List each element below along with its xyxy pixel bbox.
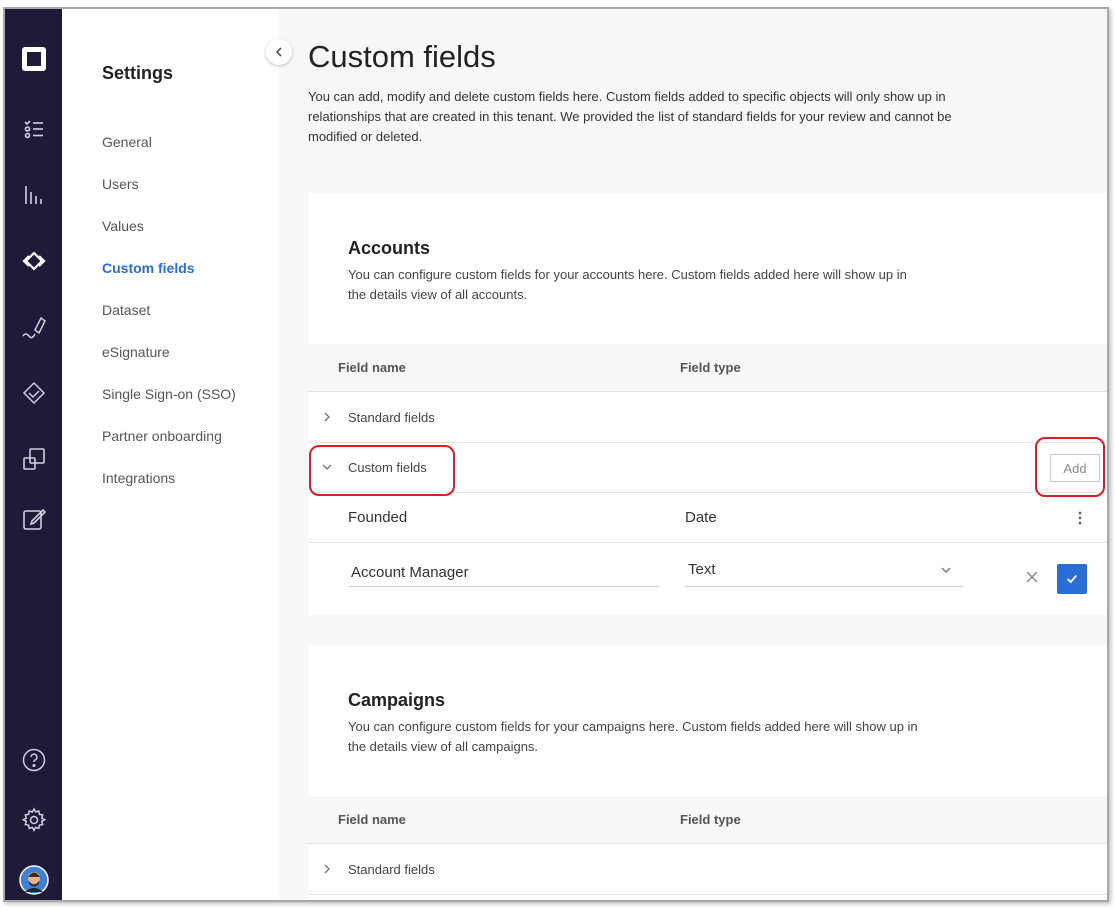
field-name-input[interactable] [348, 559, 659, 587]
accounts-title: Accounts [348, 238, 431, 258]
avatar[interactable] [5, 860, 62, 900]
chevron-down-icon [322, 464, 332, 470]
logo-icon[interactable] [5, 39, 62, 79]
settings-title: Settings [102, 63, 174, 83]
col-field-name: Field name [338, 360, 406, 375]
checkmark-icon [1067, 574, 1078, 584]
menu-item-dataset[interactable]: Dataset [102, 301, 236, 343]
standard-fields-row[interactable]: Standard fields [308, 393, 1107, 443]
menu-item-partner-onboarding[interactable]: Partner onboarding [102, 427, 236, 469]
menu-item-integrations[interactable]: Integrations [102, 469, 236, 511]
edit-note-icon[interactable] [5, 499, 62, 539]
menu-item-general[interactable]: General [102, 133, 236, 175]
analytics-icon[interactable] [5, 175, 62, 215]
tasks-icon[interactable] [5, 109, 62, 149]
edit-field-row: Text [308, 543, 1107, 613]
menu-item-values[interactable]: Values [102, 217, 236, 259]
custom-fields-label: Custom fields [348, 460, 427, 475]
app-window: Settings General Users Values Custom fie… [3, 7, 1109, 902]
accounts-table-header: Field name Field type [308, 344, 1107, 392]
menu-item-users[interactable]: Users [102, 175, 236, 217]
gear-icon[interactable] [5, 800, 62, 840]
handshake-icon[interactable] [5, 373, 62, 413]
screens-icon[interactable] [5, 439, 62, 479]
chevron-right-icon [324, 412, 330, 422]
col-field-type: Field type [680, 360, 741, 375]
settings-menu: General Users Values Custom fields Datas… [102, 133, 236, 511]
campaigns-description: You can configure custom fields for your… [348, 719, 918, 754]
campaigns-card: Campaigns You can configure custom field… [308, 645, 1107, 900]
kebab-menu-icon[interactable] [1072, 510, 1088, 526]
signature-icon[interactable] [5, 307, 62, 347]
field-name-cell: Founded [348, 509, 408, 526]
col-field-name: Field name [338, 812, 406, 827]
icon-rail [5, 9, 62, 900]
chevron-right-icon [324, 864, 330, 874]
accounts-description: You can configure custom fields for your… [348, 267, 907, 302]
partnerships-icon[interactable] [5, 241, 62, 281]
standard-fields-label: Standard fields [348, 410, 435, 425]
add-field-button[interactable]: Add [1050, 454, 1100, 482]
col-field-type: Field type [680, 812, 741, 827]
settings-panel: Settings General Users Values Custom fie… [62, 9, 279, 900]
campaigns-table-header: Field name Field type [308, 796, 1107, 844]
standard-fields-label: Standard fields [348, 862, 435, 877]
main-content: Custom fields You can add, modify and de… [279, 9, 1107, 900]
field-type-selected: Text [688, 561, 716, 578]
chevron-down-icon [941, 567, 951, 573]
table-row: Founded Date [308, 493, 1107, 543]
custom-fields-row[interactable]: Custom fields Add [308, 443, 1107, 493]
menu-item-custom-fields[interactable]: Custom fields [102, 259, 236, 301]
menu-item-sso[interactable]: Single Sign-on (SSO) [102, 385, 236, 427]
campaigns-title: Campaigns [348, 690, 446, 710]
standard-fields-row[interactable]: Standard fields [308, 845, 1107, 895]
confirm-button[interactable] [1057, 564, 1087, 594]
help-icon[interactable] [5, 740, 62, 780]
menu-item-esignature[interactable]: eSignature [102, 343, 236, 385]
page-description: You can add, modify and delete custom fi… [308, 89, 952, 144]
close-icon[interactable] [1024, 569, 1040, 585]
accounts-card: Accounts You can configure custom fields… [308, 193, 1107, 615]
page-title: Custom fields [308, 39, 496, 74]
field-type-select[interactable]: Text [685, 559, 963, 587]
field-type-cell: Date [685, 509, 717, 526]
